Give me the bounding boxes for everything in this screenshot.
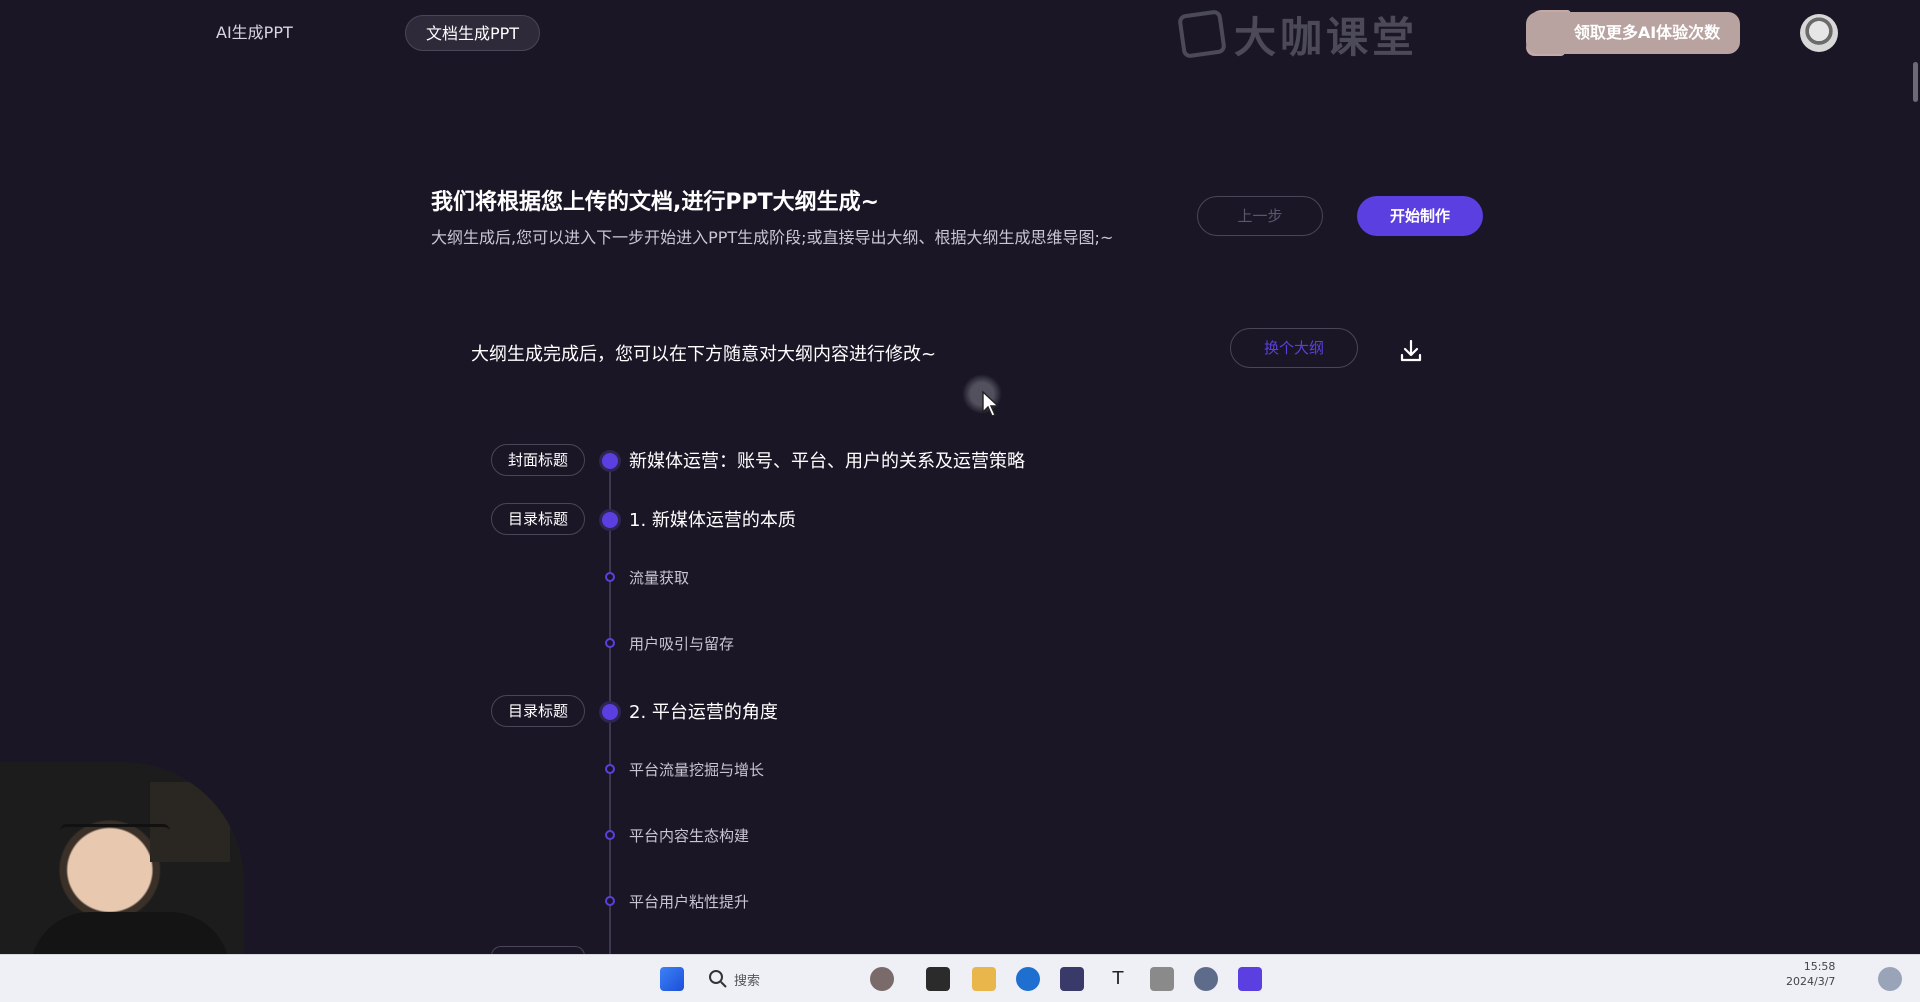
promo-button[interactable]: 领取更多AI体验次数 [1526,12,1740,54]
taskbar-clock[interactable]: 15:58 2024/3/7 [1786,959,1835,989]
outline-row[interactable]: 用户吸引与留存 [0,623,1920,663]
brand-name: 大咖课堂 [1234,12,1419,62]
timeline-dot-icon [602,453,618,469]
page-title: 我们将根据您上传的文档,进行PPT大纲生成~ [431,190,880,215]
prev-step-button[interactable]: 上一步 [1197,196,1323,236]
taskbar-search-label[interactable]: 搜索 [734,970,760,989]
tab-ai-ppt[interactable]: AI生成PPT [196,15,313,51]
outline-row[interactable]: 平台流量挖掘与增长 [0,749,1920,789]
page-subtitle: 大纲生成后,您可以进入下一步开始进入PPT生成阶段;或直接导出大纲、根据大纲生成… [431,228,1114,247]
outline-item-text[interactable]: 用户吸引与留存 [629,633,734,654]
timeline-subdot-icon [605,896,615,906]
outline-tag: 目录标题 [491,695,585,727]
start-button[interactable]: 开始制作 [1357,196,1483,236]
clock-time: 15:58 [1803,960,1836,973]
mouse-cursor-icon [982,390,1000,417]
brand-mark-icon [1177,9,1227,59]
outline-item-text[interactable]: 2. 平台运营的角度 [629,698,778,724]
outline-item-text[interactable]: 平台流量挖掘与增长 [629,759,764,780]
timeline-subdot-icon [605,830,615,840]
start-menu-icon[interactable] [660,967,684,991]
outline-item-text[interactable]: 平台内容生态构建 [629,825,749,846]
notepad-icon[interactable] [1150,967,1174,991]
media-icon[interactable] [1194,967,1218,991]
outline-hint: 大纲生成完成后，您可以在下方随意对大纲内容进行修改~ [471,344,937,365]
timeline-subdot-icon [605,764,615,774]
outline-row[interactable]: 平台用户粘性提升 [0,881,1920,921]
outline-row[interactable]: 目录标题 2. 平台运营的角度 [0,691,1920,731]
outline-row[interactable]: 平台内容生态构建 [0,815,1920,855]
taskbar: 搜索 T 15:58 2024/3/7 [0,954,1920,1002]
search-icon[interactable] [706,967,730,991]
notification-icon[interactable] [1878,967,1902,991]
timeline-subdot-icon [605,572,615,582]
user-avatar[interactable] [1800,14,1838,52]
outline-item-text[interactable]: 平台用户粘性提升 [629,891,749,912]
outline-item-text[interactable]: 1. 新媒体运营的本质 [629,506,796,532]
outline-tag: 封面标题 [491,444,585,476]
outline-tag: 目录标题 [491,503,585,535]
store-icon[interactable] [1060,967,1084,991]
outline-row[interactable]: 目录标题 1. 新媒体运营的本质 [0,499,1920,539]
timeline-dot-icon [602,704,618,720]
outline-row[interactable]: 封面标题 新媒体运营：账号、平台、用户的关系及运营策略 [0,440,1920,480]
text-app-icon[interactable]: T [1106,967,1130,991]
timeline-subdot-icon [605,638,615,648]
swap-outline-button[interactable]: 换个大纲 [1230,328,1358,368]
clock-date: 2024/3/7 [1786,975,1836,988]
folder-icon[interactable] [972,967,996,991]
top-nav: AI生成PPT 文档生成PPT 大咖课堂 领取更多AI体验次数 [0,0,1920,66]
tab-doc-ppt[interactable]: 文档生成PPT [405,15,541,51]
outline-row[interactable]: 流量获取 [0,557,1920,597]
scrollbar-thumb[interactable] [1913,62,1918,102]
timeline-dot-icon [602,512,618,528]
app-icon[interactable] [870,967,894,991]
download-icon[interactable] [1398,338,1424,364]
wps-icon[interactable] [1238,967,1262,991]
outline-item-text[interactable]: 新媒体运营：账号、平台、用户的关系及运营策略 [629,447,1025,473]
browser-icon[interactable] [1016,967,1040,991]
brand-logo: 大咖课堂 [1177,6,1419,62]
outline-item-text[interactable]: 流量获取 [629,567,689,588]
webcam-presenter [60,824,170,838]
webcam-background [150,782,230,862]
terminal-icon[interactable] [926,967,950,991]
